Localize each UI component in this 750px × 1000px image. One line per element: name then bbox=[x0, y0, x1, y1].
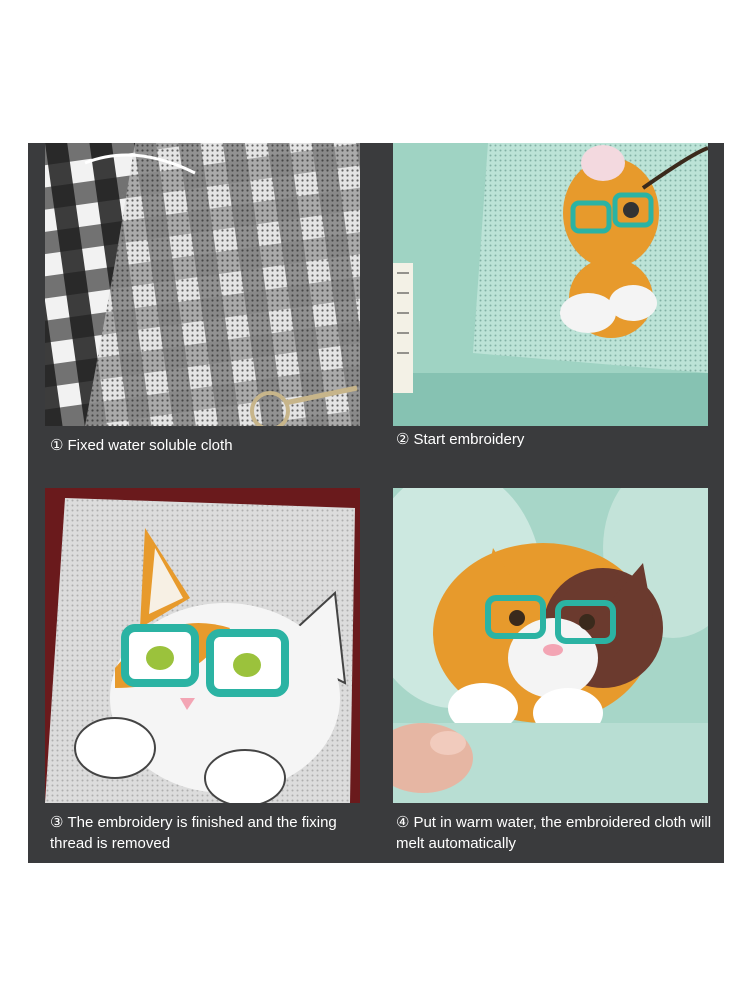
step-3: ③ The embroidery is finished and the fixi… bbox=[28, 483, 376, 863]
step-3-photo bbox=[45, 488, 360, 803]
step-1-caption: ① Fixed water soluble cloth bbox=[50, 435, 350, 456]
step-2-caption: ② Start embroidery bbox=[396, 429, 696, 450]
step-2-text: Start embroidery bbox=[413, 431, 525, 448]
step-4: ④ Put in warm water, the embroidered clot… bbox=[376, 483, 724, 863]
step-3-caption: ③ The embroidery is finished and the fixi… bbox=[50, 812, 360, 854]
step-4-number: ④ bbox=[396, 814, 410, 831]
step-1-text: Fixed water soluble cloth bbox=[67, 437, 233, 454]
step-2: ② Start embroidery bbox=[376, 143, 724, 483]
step-2-number: ② bbox=[396, 431, 410, 448]
step-1: ① Fixed water soluble cloth bbox=[28, 143, 376, 483]
step-3-number: ③ bbox=[50, 814, 64, 831]
step-2-photo bbox=[393, 143, 708, 426]
step-1-number: ① bbox=[50, 437, 64, 454]
step-4-caption: ④ Put in warm water, the embroidered clot… bbox=[396, 812, 716, 854]
instruction-panel: ① Fixed water soluble cloth ② Start embr… bbox=[28, 143, 724, 863]
step-1-photo bbox=[45, 143, 360, 426]
step-3-text: The embroidery is finished and the fixin… bbox=[50, 814, 337, 852]
step-4-text: Put in warm water, the embroidered cloth… bbox=[396, 814, 712, 852]
step-4-photo bbox=[393, 488, 708, 803]
measuring-tape-icon bbox=[393, 263, 413, 393]
